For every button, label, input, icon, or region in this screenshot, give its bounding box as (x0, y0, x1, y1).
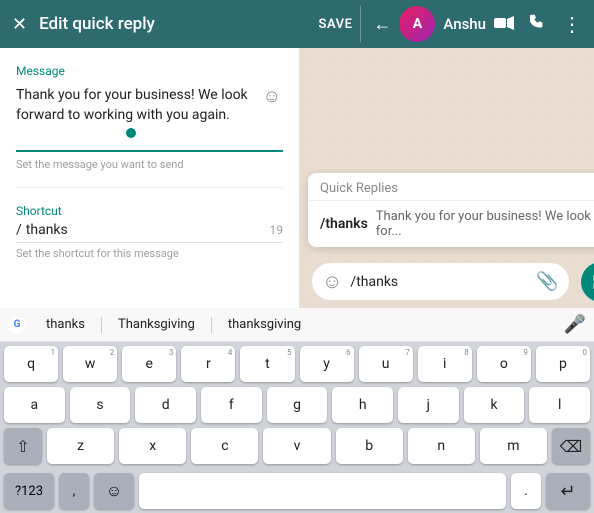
divider-1 (101, 317, 102, 333)
close-icon[interactable]: ✕ (12, 14, 27, 35)
key-s[interactable]: s (70, 387, 131, 423)
message-input[interactable]: Thank you for your business! We look for… (16, 82, 283, 152)
key-q[interactable]: 1q (4, 346, 58, 382)
shortcut-input[interactable] (26, 222, 266, 238)
chat-input[interactable] (350, 274, 528, 290)
emoji-keyboard-key[interactable]: ☺ (94, 473, 134, 509)
key-c[interactable]: c (191, 428, 258, 464)
key-row-1: 1q 2w 3e 4r 5t 6y 7u 8i 9o 0p (4, 346, 590, 382)
key-o[interactable]: 9o (477, 346, 531, 382)
shortcut-hint: Set the shortcut for this message (16, 247, 283, 260)
quick-reply-item[interactable]: /thanks Thank you for your business! We … (308, 201, 594, 247)
mic-icon[interactable]: 🎤 (564, 314, 586, 335)
chat-panel: Quick Replies /thanks Thank you for your… (300, 48, 594, 308)
suggestion-1[interactable]: thanks (38, 315, 93, 334)
period-key[interactable]: . (511, 473, 541, 509)
chat-emoji-icon[interactable]: ☺ (322, 269, 342, 294)
message-field: Message Thank you for your business! We … (16, 64, 283, 171)
cursor-indicator (126, 128, 136, 138)
key-w[interactable]: 2w (63, 346, 117, 382)
key-t[interactable]: 5t (240, 346, 294, 382)
suggestions-row: G thanks Thanksgiving thanksgiving 🎤 (0, 308, 594, 342)
send-button[interactable] (581, 262, 594, 302)
key-x[interactable]: x (119, 428, 186, 464)
comma-key[interactable]: , (59, 473, 89, 509)
quick-replies-header: Quick Replies (308, 173, 594, 201)
avatar: A (399, 6, 435, 42)
suggestion-2[interactable]: Thanksgiving (110, 315, 203, 334)
keyboard: G thanks Thanksgiving thanksgiving 🎤 1q … (0, 308, 594, 513)
num-switch-key[interactable]: ?123 (4, 473, 54, 509)
space-key[interactable] (139, 473, 506, 509)
bottom-key-row: ?123 , ☺ . ↵ (0, 473, 594, 513)
key-u[interactable]: 7u (359, 346, 413, 382)
divider (16, 187, 283, 188)
divider-2 (211, 317, 212, 333)
edit-panel: Message Thank you for your business! We … (0, 48, 300, 308)
qr-shortcut: /thanks (320, 216, 368, 232)
shortcut-slash: / (16, 222, 22, 238)
attachment-icon[interactable]: 📎 (536, 271, 558, 292)
key-h[interactable]: h (332, 387, 393, 423)
key-v[interactable]: v (263, 428, 330, 464)
shortcut-char-count: 19 (270, 223, 284, 237)
key-z[interactable]: z (47, 428, 114, 464)
key-y[interactable]: 6y (300, 346, 354, 382)
key-n[interactable]: n (408, 428, 475, 464)
more-options-icon[interactable]: ⋮ (562, 12, 582, 36)
contact-name: Anshu (443, 15, 486, 33)
key-row-2: a s d f g h j k l (4, 387, 590, 423)
key-r[interactable]: 4r (181, 346, 235, 382)
key-j[interactable]: j (398, 387, 459, 423)
message-label: Message (16, 64, 283, 78)
key-e[interactable]: 3e (122, 346, 176, 382)
key-k[interactable]: k (464, 387, 525, 423)
key-f[interactable]: f (201, 387, 262, 423)
google-logo: G (8, 316, 26, 334)
enter-key[interactable]: ↵ (546, 473, 590, 509)
chat-input-bar: ☺ 📎 (312, 263, 569, 300)
key-row-3: ⇧ z x c v b n m ⌫ (4, 428, 590, 464)
key-m[interactable]: m (480, 428, 547, 464)
key-d[interactable]: d (135, 387, 196, 423)
shortcut-label: Shortcut (16, 204, 283, 218)
page-title: Edit quick reply (39, 14, 155, 34)
key-g[interactable]: g (267, 387, 328, 423)
key-p[interactable]: 0p (536, 346, 590, 382)
app-header: ✕ Edit quick reply SAVE ← A Anshu ⋮ (0, 0, 594, 48)
qr-preview: Thank you for your business! We look for… (376, 209, 594, 239)
message-hint: Set the message you want to send (16, 158, 283, 171)
key-a[interactable]: a (4, 387, 65, 423)
shift-key[interactable]: ⇧ (4, 428, 42, 464)
shortcut-field: Shortcut / 19 Set the shortcut for this … (16, 204, 283, 260)
back-arrow-icon[interactable]: ← (373, 14, 391, 35)
backspace-key[interactable]: ⌫ (552, 428, 590, 464)
suggestion-3[interactable]: thanksgiving (220, 315, 309, 334)
video-call-icon[interactable] (494, 14, 514, 35)
key-i[interactable]: 8i (418, 346, 472, 382)
key-b[interactable]: b (336, 428, 403, 464)
phone-icon[interactable] (530, 14, 546, 35)
chat-area (300, 48, 594, 165)
save-button[interactable]: SAVE (319, 17, 353, 32)
key-l[interactable]: l (529, 387, 590, 423)
keys-area: 1q 2w 3e 4r 5t 6y 7u 8i 9o 0p a s d f g … (0, 342, 594, 473)
emoji-icon[interactable]: ☺ (263, 86, 281, 107)
quick-replies-popup: Quick Replies /thanks Thank you for your… (308, 173, 594, 247)
